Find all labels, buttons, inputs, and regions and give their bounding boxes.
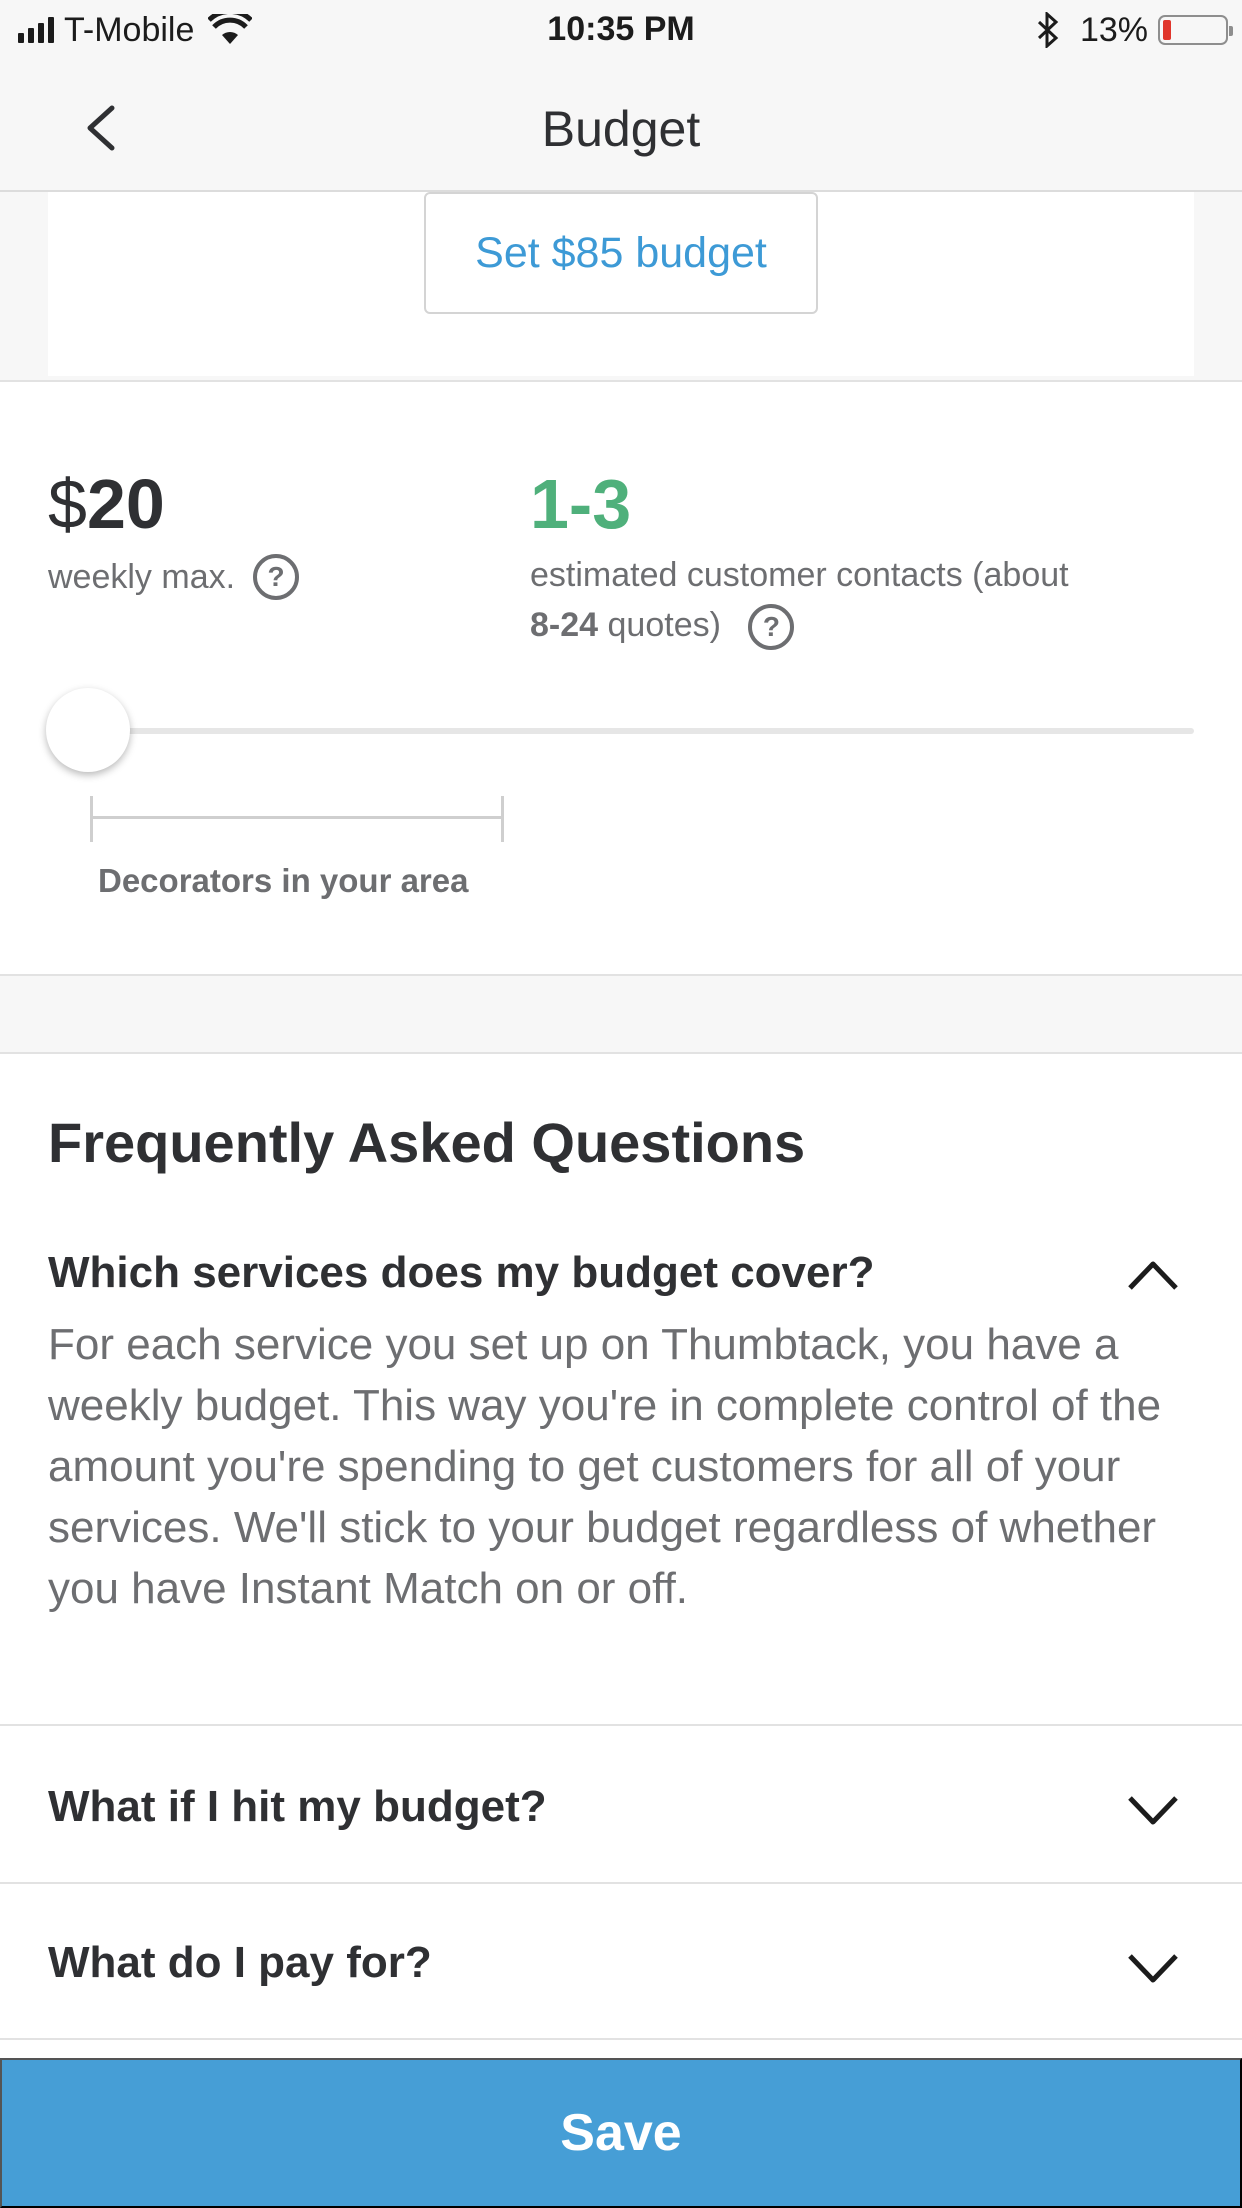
set-budget-button[interactable]: Set $85 budget <box>424 192 818 314</box>
weekly-max-label: weekly max. ? <box>48 554 300 600</box>
area-range-bracket <box>90 796 504 842</box>
chevron-down-icon[interactable] <box>1126 1792 1180 1828</box>
divider <box>0 1882 1242 1884</box>
faq-question-3[interactable]: What do I pay for? <box>48 1938 432 1988</box>
contacts-range: 1-3 <box>530 465 632 543</box>
recommendation-card: Set $85 budget <box>48 192 1194 376</box>
amount-value: 20 <box>86 465 165 543</box>
save-button[interactable]: Save <box>0 2058 1242 2208</box>
help-icon[interactable]: ? <box>748 604 795 651</box>
nav-bar: Budget <box>0 62 1242 192</box>
budget-section: $20 weekly max. ? 1-3 estimated customer… <box>0 382 1242 976</box>
faq-question-1[interactable]: Which services does my budget cover? <box>48 1248 874 1298</box>
battery-percent: 13% <box>1079 10 1148 49</box>
currency-symbol: $ <box>48 465 87 543</box>
battery-icon <box>1158 15 1233 45</box>
recommendation-strip: Set $85 budget <box>0 192 1242 382</box>
divider <box>0 1724 1242 1726</box>
contacts-desc-text: estimated customer contacts (about <box>530 556 1069 594</box>
bluetooth-icon <box>1037 12 1059 48</box>
section-separator <box>0 976 1242 1054</box>
chevron-up-icon[interactable] <box>1126 1256 1180 1292</box>
faq-answer-1: For each service you set up on Thumbtack… <box>48 1320 1162 1613</box>
budget-slider-track[interactable] <box>48 728 1194 734</box>
help-icon[interactable]: ? <box>253 554 300 600</box>
budget-slider-thumb[interactable] <box>46 688 130 772</box>
quotes-range: 8-24 <box>530 606 599 644</box>
page-title: Budget <box>541 101 701 157</box>
divider <box>0 2038 1242 2040</box>
weekly-max-text: weekly max. <box>48 557 236 596</box>
chevron-down-icon[interactable] <box>1126 1950 1180 1986</box>
status-bar: T-Mobile 10:35 PM 13% <box>0 0 1242 62</box>
area-range-label: Decorators in your area <box>98 862 469 899</box>
faq-title: Frequently Asked Questions <box>48 1111 806 1174</box>
status-right: 13% <box>1036 10 1233 50</box>
weekly-max-amount: $20 <box>48 464 165 544</box>
contacts-description: estimated customer contacts (about 8-24 … <box>530 550 1210 651</box>
quotes-suffix: quotes) <box>607 606 721 644</box>
faq-question-2[interactable]: What if I hit my budget? <box>48 1782 547 1832</box>
